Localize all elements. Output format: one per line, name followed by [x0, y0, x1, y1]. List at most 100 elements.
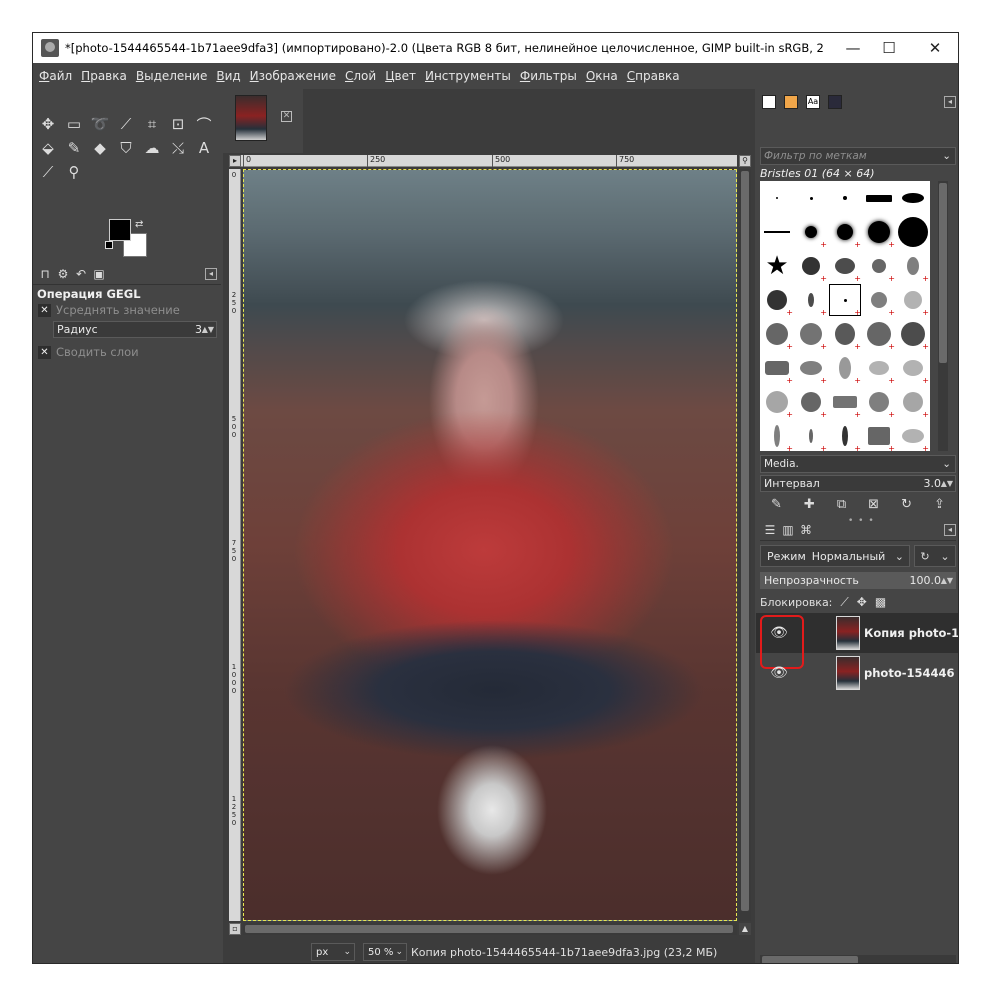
brush-item[interactable]: + — [896, 317, 930, 351]
merge-checkbox[interactable]: ✕ — [38, 345, 51, 359]
brush-item[interactable]: + — [896, 385, 930, 419]
brush-item[interactable]: + — [896, 351, 930, 385]
scrollbar-thumb[interactable] — [939, 183, 947, 363]
menu-tools[interactable]: Инструменты — [425, 69, 511, 83]
delete-brush-icon[interactable]: ⊠ — [868, 497, 879, 512]
foreground-color-swatch[interactable] — [109, 219, 131, 241]
average-option[interactable]: ✕ Усреднять значение — [37, 301, 219, 319]
open-brush-as-image-icon[interactable]: ⇪ — [934, 497, 945, 512]
brush-item[interactable]: ★ — [760, 249, 794, 283]
duplicate-brush-icon[interactable]: ⧉ — [837, 497, 846, 512]
brush-item[interactable]: + — [794, 283, 828, 317]
brushes-scrollbar[interactable] — [938, 181, 948, 451]
menu-layer[interactable]: Слой — [345, 69, 376, 83]
scrollbar-thumb[interactable] — [741, 171, 749, 911]
zoom-icon[interactable]: ⚲ — [63, 161, 85, 183]
close-button[interactable]: ✕ — [912, 33, 958, 63]
maximize-button[interactable]: ☐ — [866, 33, 912, 63]
paintbrush-icon[interactable]: ✎ — [63, 137, 85, 159]
dock-menu-icon[interactable]: ◂ — [944, 96, 956, 108]
image-canvas[interactable] — [243, 169, 737, 921]
brush-item[interactable]: + — [828, 351, 862, 385]
reset-mode-icon[interactable]: ↻ — [920, 550, 929, 563]
unit-combo[interactable]: px ⌄ — [311, 943, 355, 961]
brush-item[interactable]: + — [896, 419, 930, 453]
average-checkbox[interactable]: ✕ — [38, 303, 51, 317]
spacing-spinner[interactable]: Интервал 3.0 ▲▼ — [760, 475, 956, 492]
brush-item[interactable]: + — [760, 351, 794, 385]
scrollbar-thumb[interactable] — [245, 925, 733, 933]
brush-item[interactable]: + — [862, 385, 896, 419]
brush-item[interactable] — [896, 181, 930, 215]
spinner-arrows-icon[interactable]: ▲▼ — [941, 576, 953, 585]
brush-item[interactable]: + — [862, 351, 896, 385]
new-brush-icon[interactable]: ✚ — [804, 497, 815, 512]
brush-item[interactable]: + — [794, 419, 828, 453]
color-picker-icon[interactable]: ⟋ — [37, 161, 59, 183]
layers-scrollbar[interactable] — [760, 955, 956, 963]
quick-mask-icon[interactable]: ▸ — [229, 155, 241, 167]
brush-item[interactable] — [760, 181, 794, 215]
navigation-icon[interactable]: ▲ — [739, 923, 751, 935]
lock-alpha-icon[interactable]: ▩ — [875, 595, 886, 609]
brush-item[interactable]: + — [828, 317, 862, 351]
layer-name[interactable]: Копия photo-1 — [864, 626, 958, 640]
move-icon[interactable]: ✥ — [37, 113, 59, 135]
brush-item[interactable] — [760, 215, 794, 249]
brush-item[interactable]: + — [794, 317, 828, 351]
vertical-scrollbar[interactable] — [739, 169, 751, 921]
lock-position-icon[interactable]: ✥ — [857, 595, 867, 609]
spinner-arrows-icon[interactable]: ▲▼ — [941, 479, 953, 488]
unified-transform-icon[interactable]: ⊡ — [167, 113, 189, 135]
smudge-icon[interactable]: ☁ — [141, 137, 163, 159]
lock-pixels-icon[interactable]: ⟋ — [840, 595, 848, 610]
brush-item[interactable]: + — [760, 283, 794, 317]
menu-filters[interactable]: Фильтры — [520, 69, 577, 83]
eraser-icon[interactable]: ◆ — [89, 137, 111, 159]
image-tab[interactable]: ✕ — [223, 89, 303, 153]
document-history-tab-icon[interactable] — [828, 95, 842, 109]
brush-item[interactable]: + — [862, 283, 896, 317]
dock-menu-icon[interactable]: ◂ — [205, 268, 217, 280]
scrollbar-thumb[interactable] — [762, 956, 858, 963]
undo-history-tab-icon[interactable]: ↶ — [73, 267, 89, 283]
menu-select[interactable]: Выделение — [136, 69, 207, 83]
bucket-fill-icon[interactable]: ⬙ — [37, 137, 59, 159]
fonts-tab-icon[interactable]: Aa — [806, 95, 820, 109]
tool-options-tab-icon[interactable]: ⊓ — [37, 267, 53, 283]
edit-brush-icon[interactable]: ✎ — [771, 497, 782, 512]
tag-filter-input[interactable]: Фильтр по меткам ⌄ — [760, 147, 956, 165]
path-icon[interactable]: ⤯ — [167, 137, 189, 159]
device-status-tab-icon[interactable]: ⚙ — [55, 267, 71, 283]
layers-tab-icon[interactable]: ☰ — [762, 523, 778, 539]
spinner-arrows-icon[interactable]: ▲▼ — [202, 325, 214, 334]
warp-icon[interactable]: ⌒ — [193, 113, 215, 135]
menu-view[interactable]: Вид — [216, 69, 240, 83]
brush-item[interactable]: + — [794, 385, 828, 419]
patterns-tab-icon[interactable] — [784, 95, 798, 109]
zoom-combo[interactable]: 50 % ⌄ — [363, 943, 407, 961]
eye-visibility-icon[interactable]: 👁 — [768, 622, 790, 644]
brush-item[interactable] — [862, 181, 896, 215]
layer-name[interactable]: photo-154446 — [864, 666, 955, 680]
brush-item[interactable]: + — [794, 249, 828, 283]
brush-item[interactable]: + — [862, 249, 896, 283]
brush-item[interactable]: + — [794, 215, 828, 249]
eye-visibility-icon[interactable]: 👁 — [768, 662, 790, 684]
rect-select-icon[interactable]: ▭ — [63, 113, 85, 135]
brush-item[interactable]: + — [896, 283, 930, 317]
brush-grid[interactable]: + + + ★ + + + + + + + + + + + + + + + + … — [760, 181, 930, 453]
lasso-icon[interactable]: ➰ — [89, 113, 111, 135]
brush-item[interactable]: + — [828, 215, 862, 249]
brushes-tab-icon[interactable] — [762, 95, 776, 109]
brush-item[interactable]: + — [828, 419, 862, 453]
text-icon[interactable]: A — [193, 137, 215, 159]
brush-item[interactable]: + — [896, 249, 930, 283]
crop-icon[interactable]: ⌗ — [141, 113, 163, 135]
brush-tag-combo[interactable]: Media. ⌄ — [760, 455, 956, 473]
radius-spinner[interactable]: Радиус 3 ▲▼ — [53, 321, 217, 338]
close-tab-icon[interactable]: ✕ — [281, 111, 292, 122]
fuzzy-select-icon[interactable]: ⟋ — [115, 113, 137, 135]
brush-item[interactable] — [896, 215, 930, 249]
layer-row[interactable]: 👁 photo-154446 — [756, 653, 958, 693]
